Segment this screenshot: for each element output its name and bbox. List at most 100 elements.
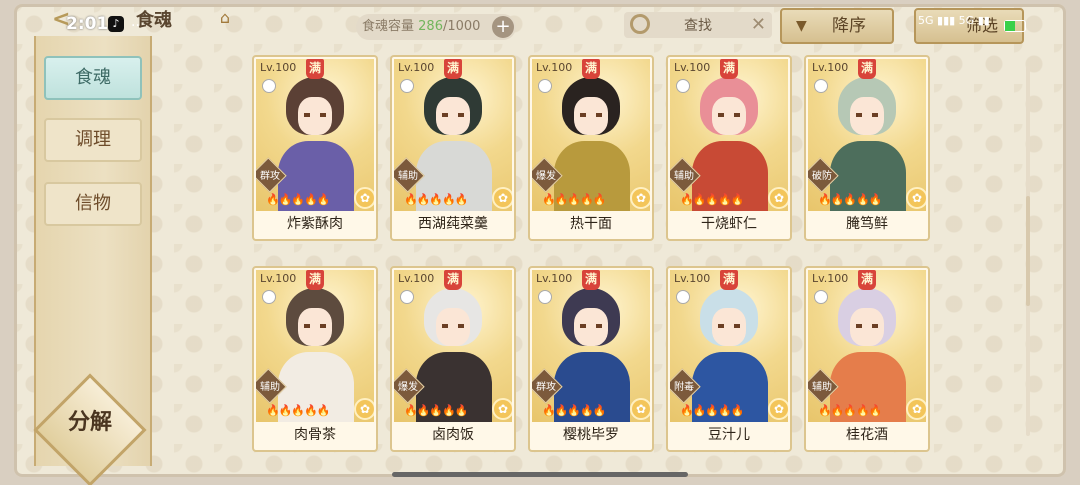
- flower-icon: ✿: [492, 187, 512, 209]
- star-rating: 🔥🔥🔥🔥🔥: [266, 193, 330, 206]
- character-portrait: Lv.100 满 辅助 🔥🔥🔥🔥🔥 ✿: [670, 59, 788, 211]
- character-figure: [278, 77, 354, 211]
- character-portrait: Lv.100 满 爆发 🔥🔥🔥🔥🔥 ✿: [532, 59, 650, 211]
- star-rating: 🔥🔥🔥🔥🔥: [266, 404, 330, 417]
- top-bar: < 2:01 ♪ .. 食魂 ⌂ 食魂容量 286/1000 + 查找 ✕ ▼ …: [0, 0, 1080, 50]
- character-figure: [692, 288, 768, 422]
- scrollbar[interactable]: [1026, 66, 1030, 436]
- role-label: 群攻: [260, 171, 280, 182]
- affinity-icon: [262, 290, 276, 304]
- capacity-max: /1000: [442, 19, 481, 34]
- max-badge: 满: [444, 270, 462, 290]
- level-label: Lv.100: [260, 272, 297, 285]
- sidebar-item-conditioning[interactable]: 调理: [44, 118, 142, 162]
- character-portrait: Lv.100 满 辅助 🔥🔥🔥🔥🔥 ✿: [808, 270, 926, 422]
- level-label: Lv.100: [398, 61, 435, 74]
- card-name: 腌笃鲜: [846, 216, 888, 232]
- tiktok-icon: ♪: [108, 16, 124, 32]
- character-figure: [554, 77, 630, 211]
- affinity-icon: [814, 79, 828, 93]
- level-label: Lv.100: [260, 61, 297, 74]
- search-placeholder: 查找: [684, 18, 712, 34]
- character-portrait: Lv.100 满 辅助 🔥🔥🔥🔥🔥 ✿: [256, 270, 374, 422]
- food-soul-card[interactable]: Lv.100 满 辅助 🔥🔥🔥🔥🔥 ✿ 肉骨茶: [252, 266, 378, 452]
- card-name: 西湖莼菜羹: [418, 216, 488, 232]
- food-soul-card[interactable]: Lv.100 满 群攻 🔥🔥🔥🔥🔥 ✿ 樱桃毕罗: [528, 266, 654, 452]
- flower-icon: ✿: [630, 398, 650, 420]
- flower-icon: ✿: [768, 187, 788, 209]
- character-portrait: Lv.100 满 破防 🔥🔥🔥🔥🔥 ✿: [808, 59, 926, 211]
- character-portrait: Lv.100 满 辅助 🔥🔥🔥🔥🔥 ✿: [394, 59, 512, 211]
- level-label: Lv.100: [398, 272, 435, 285]
- food-soul-card[interactable]: Lv.100 满 爆发 🔥🔥🔥🔥🔥 ✿ 卤肉饭: [390, 266, 516, 452]
- card-name: 干烧虾仁: [701, 216, 757, 232]
- flower-icon: ✿: [906, 398, 926, 420]
- card-name: 豆汁儿: [708, 427, 750, 443]
- role-label: 辅助: [812, 382, 832, 393]
- food-soul-card[interactable]: Lv.100 满 辅助 🔥🔥🔥🔥🔥 ✿ 桂花酒: [804, 266, 930, 452]
- affinity-icon: [814, 290, 828, 304]
- character-figure: [278, 288, 354, 422]
- max-badge: 满: [582, 59, 600, 79]
- food-soul-card[interactable]: Lv.100 满 爆发 🔥🔥🔥🔥🔥 ✿ 热干面: [528, 55, 654, 241]
- character-figure: [692, 77, 768, 211]
- level-label: Lv.100: [536, 61, 573, 74]
- flower-icon: ✿: [354, 398, 374, 420]
- affinity-icon: [676, 290, 690, 304]
- affinity-icon: [400, 290, 414, 304]
- sort-button[interactable]: ▼ 降序: [780, 8, 894, 44]
- card-grid: Lv.100 满 群攻 🔥🔥🔥🔥🔥 ✿ 炸紫酥肉 Lv.100 满 辅助 🔥🔥🔥…: [252, 55, 942, 455]
- card-name: 热干面: [570, 216, 612, 232]
- affinity-icon: [538, 79, 552, 93]
- role-label: 爆发: [398, 382, 418, 393]
- level-label: Lv.100: [536, 272, 573, 285]
- star-rating: 🔥🔥🔥🔥🔥: [404, 193, 468, 206]
- flower-icon: ✿: [492, 398, 512, 420]
- flower-icon: ✿: [354, 187, 374, 209]
- card-name: 樱桃毕罗: [563, 427, 619, 443]
- card-name: 桂花酒: [846, 427, 888, 443]
- star-rating: 🔥🔥🔥🔥🔥: [818, 193, 882, 206]
- food-soul-card[interactable]: Lv.100 满 辅助 🔥🔥🔥🔥🔥 ✿ 西湖莼菜羹: [390, 55, 516, 241]
- card-name: 炸紫酥肉: [287, 216, 343, 232]
- card-name: 卤肉饭: [432, 427, 474, 443]
- triangle-down-icon: ▼: [796, 18, 807, 34]
- sidebar-item-tokens[interactable]: 信物: [44, 182, 142, 226]
- max-badge: 满: [720, 270, 738, 290]
- affinity-icon: [262, 79, 276, 93]
- star-rating: 🔥🔥🔥🔥🔥: [542, 404, 606, 417]
- search-input[interactable]: 查找 ✕: [624, 12, 772, 38]
- role-label: 辅助: [398, 171, 418, 182]
- roof-ornament-icon: ⌂: [219, 8, 231, 27]
- battery-icon: [1004, 20, 1026, 32]
- character-portrait: Lv.100 满 群攻 🔥🔥🔥🔥🔥 ✿: [532, 270, 650, 422]
- character-figure: [416, 77, 492, 211]
- status-time: 2:01: [66, 14, 109, 34]
- character-portrait: Lv.100 满 附毒 🔥🔥🔥🔥🔥 ✿: [670, 270, 788, 422]
- clear-icon[interactable]: ✕: [751, 14, 766, 35]
- character-figure: [830, 77, 906, 211]
- card-name: 肉骨茶: [294, 427, 336, 443]
- star-rating: 🔥🔥🔥🔥🔥: [818, 404, 882, 417]
- sort-label: 降序: [832, 16, 866, 36]
- sidebar-item-food-souls[interactable]: 食魂: [44, 56, 142, 100]
- scroll-thumb[interactable]: [1026, 196, 1030, 306]
- food-soul-card[interactable]: Lv.100 满 群攻 🔥🔥🔥🔥🔥 ✿ 炸紫酥肉: [252, 55, 378, 241]
- affinity-icon: [676, 79, 690, 93]
- star-rating: 🔥🔥🔥🔥🔥: [680, 193, 744, 206]
- star-rating: 🔥🔥🔥🔥🔥: [542, 193, 606, 206]
- food-soul-card[interactable]: Lv.100 满 破防 🔥🔥🔥🔥🔥 ✿ 腌笃鲜: [804, 55, 930, 241]
- food-soul-card[interactable]: Lv.100 满 辅助 🔥🔥🔥🔥🔥 ✿ 干烧虾仁: [666, 55, 792, 241]
- level-label: Lv.100: [812, 61, 849, 74]
- role-label: 破防: [812, 171, 832, 182]
- role-label: 辅助: [260, 382, 280, 393]
- star-rating: 🔥🔥🔥🔥🔥: [404, 404, 468, 417]
- flower-icon: ✿: [630, 187, 650, 209]
- max-badge: 满: [582, 270, 600, 290]
- food-soul-card[interactable]: Lv.100 满 附毒 🔥🔥🔥🔥🔥 ✿ 豆汁儿: [666, 266, 792, 452]
- level-label: Lv.100: [674, 272, 711, 285]
- capacity-add-button[interactable]: +: [492, 16, 514, 38]
- character-figure: [830, 288, 906, 422]
- signal-icon: 5G ▮▮▮ 5G ▮▮: [918, 14, 990, 27]
- max-badge: 满: [720, 59, 738, 79]
